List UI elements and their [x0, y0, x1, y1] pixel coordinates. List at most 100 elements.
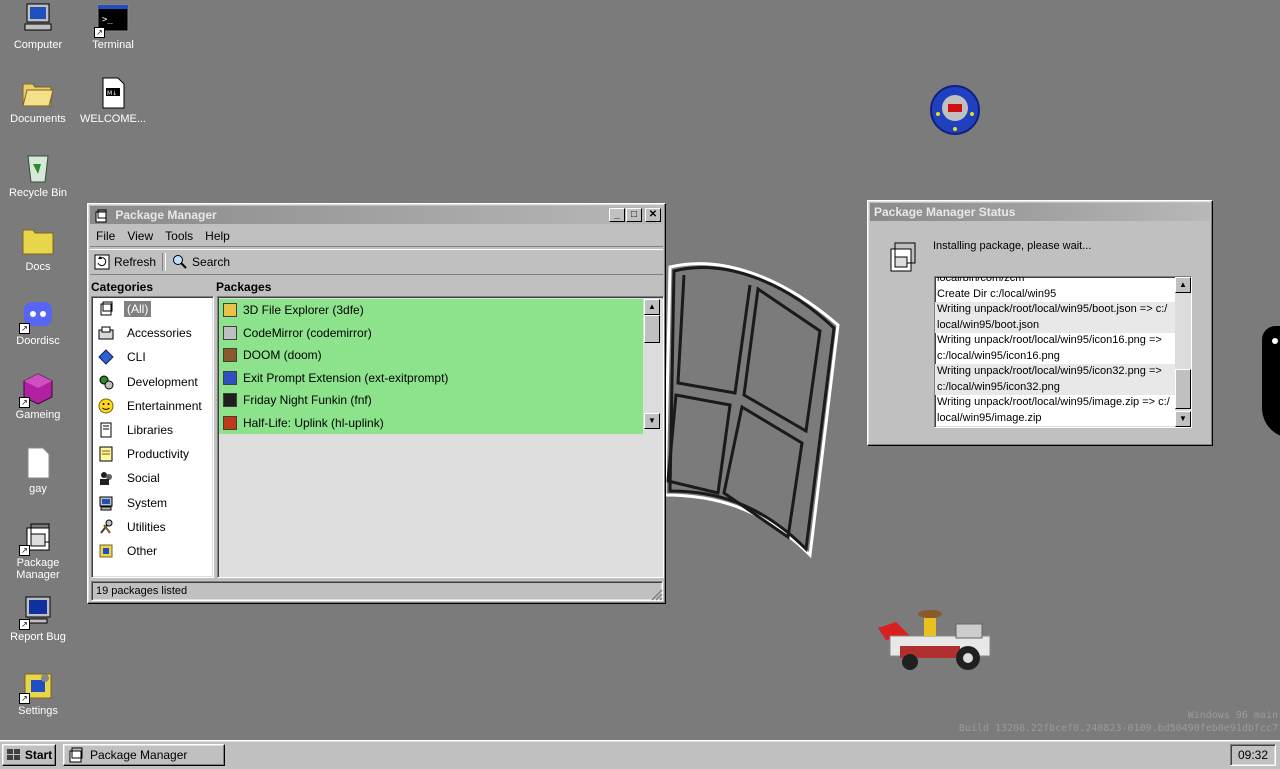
category-item-productivity[interactable]: Productivity: [92, 442, 213, 466]
log-line: local/win95/boot.json: [935, 317, 1175, 333]
status-window[interactable]: Package Manager Status Installing packag…: [867, 200, 1213, 446]
package-item[interactable]: 3D File Explorer (3dfe): [219, 299, 643, 322]
scroll-thumb[interactable]: [644, 315, 660, 343]
menu-file[interactable]: File: [90, 229, 121, 243]
watermark-line1: Windows 96 main: [1187, 710, 1278, 721]
close-button[interactable]: ✕: [645, 208, 661, 222]
desktop-icon-computer[interactable]: Computer: [0, 2, 76, 51]
packages-scrollbar[interactable]: ▲ ▼: [644, 299, 660, 429]
system-tray-clock[interactable]: 09:32: [1230, 744, 1276, 766]
package-item[interactable]: Friday Night Funkin (fnf): [219, 389, 643, 412]
package-item[interactable]: Half-Life: Uplink (hl-uplink): [219, 411, 643, 434]
desktop-icon-settings[interactable]: ↗ Settings: [0, 668, 76, 717]
log-scrollbar[interactable]: ▲ ▼: [1175, 277, 1191, 427]
window-titlebar[interactable]: Package Manager _ □ ✕: [90, 206, 663, 224]
productivity-icon: [99, 446, 113, 462]
category-item-entertainment[interactable]: Entertainment: [92, 394, 213, 418]
scroll-up-arrow[interactable]: ▲: [644, 299, 660, 315]
disc-icon: [223, 325, 237, 340]
desktop-icon-report-bug[interactable]: ↗ Report Bug: [0, 594, 76, 643]
packages-heading: Packages: [216, 280, 272, 294]
categories-list: (All) Accessories CLI Development Entertainm…: [91, 296, 214, 578]
minimize-button[interactable]: _: [609, 208, 625, 222]
package-label: Half-Life: Uplink (hl-uplink): [243, 415, 384, 430]
menu-view[interactable]: View: [121, 229, 159, 243]
category-item-accessories[interactable]: Accessories: [92, 321, 213, 345]
desktop-icon-package-manager[interactable]: ↗ Package Manager: [0, 520, 76, 581]
category-label: (All): [124, 301, 152, 318]
accessories-icon: [98, 326, 114, 340]
package-icon: [69, 747, 83, 763]
package-manager-window[interactable]: Package Manager _ □ ✕ File View Tools He…: [87, 203, 666, 604]
category-label: Libraries: [127, 423, 174, 438]
log-line: Writing unpack/root/local/win95/image.zi…: [937, 396, 1170, 408]
desktop-icon-label: Doordisc: [16, 335, 60, 347]
category-label: CLI: [127, 350, 146, 365]
start-button[interactable]: Start: [2, 744, 56, 766]
category-item-cli[interactable]: CLI: [92, 345, 213, 369]
category-item-all[interactable]: (All): [92, 297, 213, 321]
svg-text:>_: >_: [102, 15, 113, 25]
status-window-title: Package Manager Status: [874, 205, 1016, 219]
social-icon: [100, 472, 112, 486]
desktop-icon-gay[interactable]: gay: [0, 446, 76, 495]
windows-logo-wallpaper: [663, 262, 840, 559]
shortcut-arrow-icon: ↗: [19, 693, 30, 704]
cli-icon: [98, 349, 114, 366]
category-item-development[interactable]: Development: [92, 370, 213, 394]
maximize-button[interactable]: □: [626, 208, 642, 222]
menu-help[interactable]: Help: [199, 229, 236, 243]
taskbar-item-package-manager[interactable]: Package Manager: [63, 744, 225, 766]
libraries-icon: [100, 422, 112, 438]
penguin-partial: [1262, 326, 1280, 438]
category-item-utilities[interactable]: Utilities: [92, 515, 213, 539]
package-item[interactable]: DOOM (doom): [219, 344, 643, 367]
desktop-icon-label: Docs: [25, 261, 51, 273]
cube-icon: ↗: [19, 372, 55, 408]
package-item[interactable]: CodeMirror (codemirror): [219, 321, 643, 344]
lego-kart-icon: [878, 610, 991, 670]
categories-heading: Categories: [91, 280, 154, 294]
package-label: Friday Night Funkin (fnf): [243, 393, 372, 408]
install-log: local/bin/com/zcm Create Dir c:/local/win…: [934, 276, 1192, 428]
search-button[interactable]: Search: [168, 252, 234, 272]
package-label: 3D File Explorer (3dfe): [243, 303, 364, 318]
category-label: System: [127, 495, 168, 510]
package-label: DOOM (doom): [243, 348, 322, 363]
fnf-icon: [223, 393, 237, 408]
desktop-icon-gameing[interactable]: ↗ Gameing: [0, 372, 76, 421]
cd-player-icon: [930, 85, 980, 135]
category-item-social[interactable]: Social: [92, 466, 213, 490]
shortcut-arrow-icon: ↗: [19, 397, 30, 408]
packages-list: 3D File Explorer (3dfe) CodeMirror (codem…: [217, 296, 664, 578]
category-item-other[interactable]: Other: [92, 539, 213, 563]
all-icon: [100, 301, 113, 316]
scroll-down-arrow[interactable]: ▼: [1175, 411, 1191, 427]
lambda-icon: [223, 415, 237, 430]
category-label: Accessories: [127, 326, 192, 341]
resize-grip-icon[interactable]: [651, 589, 663, 601]
package-item[interactable]: Exit Prompt Extension (ext-exitprompt): [219, 366, 643, 389]
desktop-icon-welcome[interactable]: M↓ WELCOME...: [75, 76, 151, 125]
category-item-system[interactable]: System: [92, 491, 213, 515]
build-watermark: Windows 96 main Build 13208.22fbcef0.240…: [959, 710, 1278, 734]
scroll-thumb[interactable]: [1175, 369, 1191, 409]
development-icon: [99, 375, 114, 390]
desktop-icon-recycle-bin[interactable]: Recycle Bin: [0, 150, 76, 199]
desktop-icon-label: Recycle Bin: [8, 187, 68, 199]
desktop-icon-docs[interactable]: Docs: [0, 224, 76, 273]
shortcut-arrow-icon: ↗: [19, 545, 30, 556]
scroll-up-arrow[interactable]: ▲: [1175, 277, 1191, 293]
package-icon: [890, 242, 916, 272]
refresh-button[interactable]: Refresh: [90, 252, 160, 272]
status-titlebar[interactable]: Package Manager Status: [870, 203, 1210, 221]
taskbar: Start Package Manager 09:32: [0, 740, 1280, 769]
category-item-libraries[interactable]: Libraries: [92, 418, 213, 442]
desktop-icon-terminal[interactable]: >_ ↗ Terminal: [75, 2, 151, 51]
scroll-down-arrow[interactable]: ▼: [644, 413, 660, 429]
utilities-icon: [100, 519, 113, 534]
log-line: Writing unpack/root/local/win95/icon16.p…: [937, 334, 1162, 346]
menu-tools[interactable]: Tools: [159, 229, 199, 243]
desktop-icon-doordisc[interactable]: ↗ Doordisc: [0, 298, 76, 347]
desktop-icon-documents[interactable]: Documents: [0, 76, 76, 125]
